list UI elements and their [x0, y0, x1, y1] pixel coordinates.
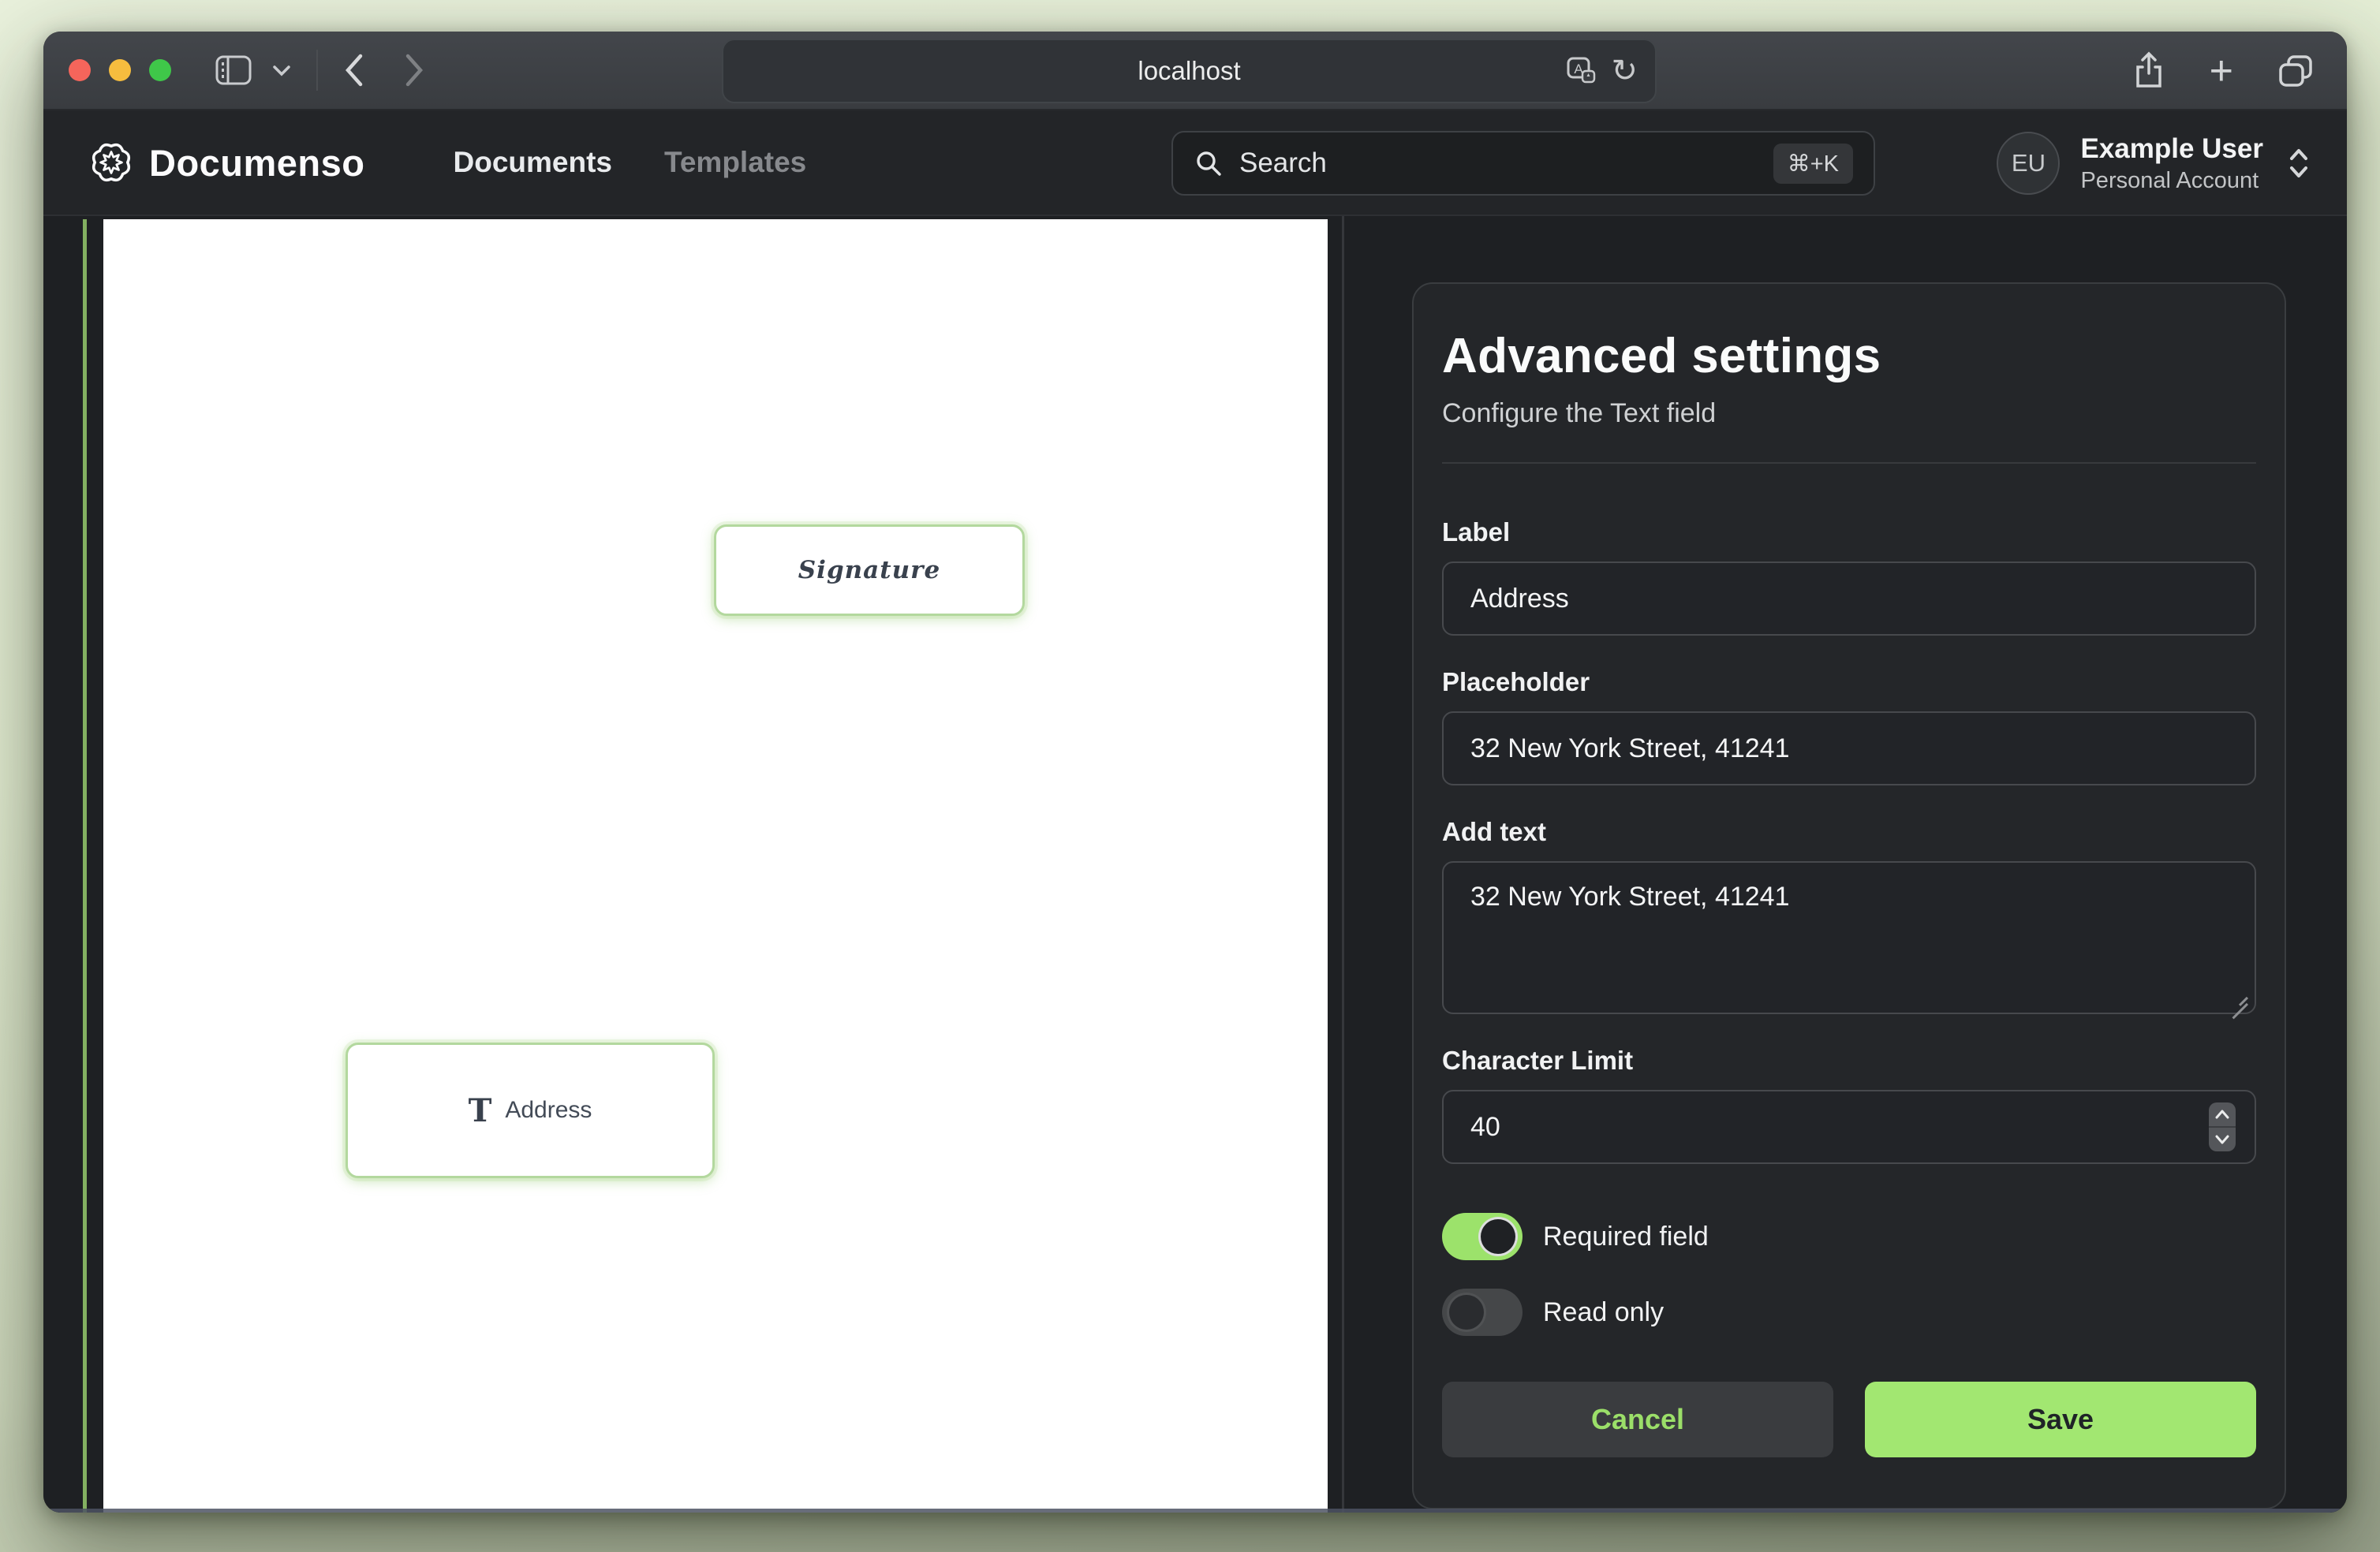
label-field-label: Label — [1442, 517, 2256, 547]
cancel-button[interactable]: Cancel — [1442, 1382, 1833, 1457]
brand[interactable]: Documenso — [89, 140, 365, 185]
sidebar-toggle-icon[interactable] — [215, 55, 252, 85]
text-field-address[interactable]: T Address — [346, 1043, 715, 1178]
content-divider — [1342, 216, 1344, 1513]
browser-titlebar: localhost A ↻ — [43, 32, 2347, 110]
add-text-textarea[interactable]: 32 New York Street, 41241 — [1442, 861, 2256, 1014]
avatar: EU — [1997, 132, 2060, 195]
character-limit-input[interactable] — [1442, 1090, 2256, 1164]
read-only-toggle-label: Read only — [1543, 1297, 1664, 1328]
toggle-knob — [1447, 1293, 1486, 1332]
panel-divider — [1442, 462, 2256, 464]
close-window-button[interactable] — [69, 59, 91, 81]
share-icon[interactable] — [2132, 51, 2165, 91]
address-bar[interactable]: localhost A ↻ — [722, 39, 1657, 103]
placeholder-field-label: Placeholder — [1442, 667, 2256, 697]
required-field-toggle-label: Required field — [1543, 1222, 1709, 1252]
signature-field[interactable]: Signature — [714, 524, 1025, 616]
stepper-down-icon[interactable] — [2209, 1126, 2236, 1151]
user-account-type: Personal Account — [2080, 166, 2263, 195]
documenso-logo-icon — [89, 140, 133, 185]
reload-icon[interactable]: ↻ — [1611, 55, 1638, 87]
read-only-toggle[interactable] — [1442, 1289, 1523, 1336]
brand-name: Documenso — [149, 141, 365, 185]
forward-icon[interactable] — [403, 53, 425, 88]
main-nav: Documents Templates — [454, 146, 807, 179]
save-button[interactable]: Save — [1865, 1382, 2256, 1457]
fullscreen-window-button[interactable] — [149, 59, 171, 81]
search-shortcut-badge: ⌘+K — [1773, 144, 1853, 184]
titlebar-separator — [316, 50, 318, 91]
label-input[interactable] — [1442, 561, 2256, 636]
search-icon — [1194, 148, 1224, 178]
url-text: localhost — [1138, 56, 1240, 86]
document-page[interactable] — [103, 219, 1328, 1513]
avatar-initials: EU — [2012, 149, 2046, 177]
translate-icon[interactable]: A — [1565, 55, 1597, 87]
panel-title: Advanced settings — [1442, 328, 2256, 384]
traffic-lights — [69, 59, 171, 81]
toggle-knob — [1478, 1217, 1518, 1256]
tab-overview-icon[interactable] — [2277, 54, 2314, 88]
main-content: Signature T Address Advanced settings Co… — [43, 216, 2347, 1513]
sidebar-chevron-down-icon[interactable] — [272, 64, 291, 76]
panel-subtitle: Configure the Text field — [1442, 398, 2256, 429]
nav-documents[interactable]: Documents — [454, 146, 612, 179]
search-placeholder: Search — [1239, 147, 1327, 179]
add-text-field-label: Add text — [1442, 817, 2256, 847]
required-field-toggle[interactable] — [1442, 1213, 1523, 1260]
text-field-label: Address — [505, 1097, 592, 1124]
advanced-settings-panel: Advanced settings Configure the Text fie… — [1412, 282, 2286, 1509]
user-name: Example User — [2080, 132, 2263, 166]
account-chevron-updown-icon — [2288, 147, 2309, 180]
new-tab-icon[interactable]: + — [2210, 50, 2233, 91]
signature-field-label: Signature — [798, 556, 940, 584]
nav-templates[interactable]: Templates — [664, 146, 806, 179]
page-edge-highlight — [83, 219, 87, 1513]
minimize-window-button[interactable] — [109, 59, 131, 81]
number-stepper — [2209, 1102, 2236, 1151]
app-header: Documenso Documents Templates Search ⌘+K — [43, 110, 2347, 216]
browser-window: localhost A ↻ — [43, 32, 2347, 1513]
back-icon[interactable] — [343, 53, 365, 88]
character-limit-field-label: Character Limit — [1442, 1046, 2256, 1076]
placeholder-input[interactable] — [1442, 711, 2256, 785]
account-menu[interactable]: EU Example User Personal Account — [1997, 110, 2309, 216]
text-icon: T — [469, 1092, 492, 1129]
desktop: localhost A ↻ — [0, 0, 2380, 1552]
search-input[interactable]: Search ⌘+K — [1171, 131, 1875, 196]
stepper-up-icon[interactable] — [2209, 1102, 2236, 1126]
